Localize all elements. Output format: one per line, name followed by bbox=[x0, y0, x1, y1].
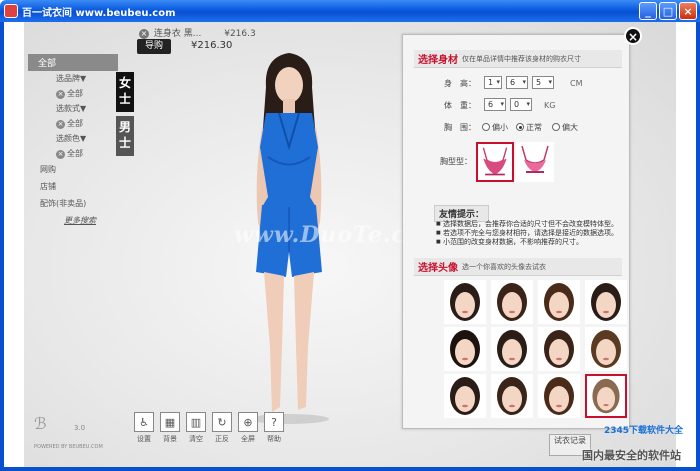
body-section-header: 选择身材 仅在单品详情中推荐该身材的购衣尺寸 bbox=[414, 50, 622, 68]
clear-icon: × bbox=[56, 120, 65, 129]
radio-checked-icon bbox=[516, 123, 524, 131]
category-accessories[interactable]: 配饰(非卖品) bbox=[28, 195, 118, 212]
right-margin bbox=[676, 22, 696, 467]
tool-background[interactable]: ▦ 背景 bbox=[160, 412, 180, 444]
filter-menu: 全部 选品牌▼ × 全部 选款式▼ × 全部 选颜色▼ × 全部 网购 店铺 配饰(非… bbox=[28, 52, 118, 229]
logo-mark-icon: ℬ bbox=[34, 414, 47, 433]
head-section-header: 选择头像 选一个你喜欢的头像去试衣 bbox=[414, 258, 622, 276]
close-window-button[interactable]: × bbox=[679, 2, 697, 20]
tool-label: 背景 bbox=[163, 435, 177, 443]
fullscreen-icon: ⊕ bbox=[238, 412, 258, 432]
background-icon: ▦ bbox=[160, 412, 180, 432]
tool-label: 设置 bbox=[137, 435, 151, 443]
app-icon bbox=[4, 4, 18, 18]
radio-icon bbox=[552, 123, 560, 131]
body-section-title: 选择身材 bbox=[418, 55, 458, 66]
chest-option-normal[interactable]: 正常 bbox=[516, 122, 542, 133]
chest-option-small[interactable]: 偏小 bbox=[482, 122, 508, 133]
logo-powered: POWERED BY BEUBEU.COM bbox=[34, 444, 103, 450]
remove-item-icon[interactable]: × bbox=[139, 29, 149, 39]
chest-option-large[interactable]: 偏大 bbox=[552, 122, 578, 133]
more-search-link[interactable]: 更多搜索 bbox=[28, 212, 118, 229]
tool-label: 正反 bbox=[215, 435, 229, 443]
brand-all[interactable]: × 全部 bbox=[28, 86, 118, 101]
gender-male-tab[interactable]: 男士 bbox=[116, 116, 134, 156]
logo-version: 3.0 bbox=[74, 424, 86, 432]
tool-fullscreen[interactable]: ⊕ 全屏 bbox=[238, 412, 258, 444]
height-select-1[interactable]: 1 bbox=[484, 76, 502, 89]
head-section-title: 选择头像 bbox=[418, 263, 458, 274]
weight-unit: KG bbox=[544, 101, 556, 110]
body-section-desc: 仅在单品详情中推荐该身材的购衣尺寸 bbox=[462, 54, 581, 63]
clear-icon: × bbox=[56, 90, 65, 99]
brand-site: 2345下载软件大全 bbox=[604, 426, 684, 436]
brand-slogan: 国内最安全的软件站 bbox=[582, 449, 681, 462]
type-filter[interactable]: 选款式▼ bbox=[28, 101, 118, 116]
app-logo: ℬ 3.0 POWERED BY BEUBEU.COM bbox=[34, 414, 124, 454]
weight-select-1[interactable]: 6 bbox=[484, 98, 506, 111]
head-option[interactable] bbox=[444, 280, 486, 324]
brand-filter[interactable]: 选品牌▼ bbox=[28, 71, 118, 86]
height-unit: CM bbox=[570, 79, 583, 88]
rotate-icon: ↻ bbox=[212, 412, 232, 432]
tip-item: 小范围的改变身材数据，不影响推荐的尺寸。 bbox=[436, 238, 626, 247]
type-all[interactable]: × 全部 bbox=[28, 116, 118, 131]
tool-rotate[interactable]: ↻ 正反 bbox=[212, 412, 232, 444]
category-store[interactable]: 店铺 bbox=[28, 178, 118, 195]
weight-select-2[interactable]: 0 bbox=[510, 98, 532, 111]
color-filter[interactable]: 选颜色▼ bbox=[28, 131, 118, 146]
chest-label: 胸 围： bbox=[444, 123, 476, 132]
head-option[interactable] bbox=[491, 280, 533, 324]
head-section-desc: 选一个你喜欢的头像去试衣 bbox=[462, 262, 546, 271]
settings-icon: ♿ bbox=[134, 412, 154, 432]
head-option[interactable] bbox=[538, 327, 580, 371]
window-title: 百一试衣间 www.beubeu.com bbox=[22, 7, 176, 19]
head-option[interactable] bbox=[538, 374, 580, 418]
head-option[interactable] bbox=[585, 374, 627, 418]
maximize-button[interactable]: □ bbox=[659, 2, 677, 20]
tool-help[interactable]: ? 帮助 bbox=[264, 412, 284, 444]
tool-settings[interactable]: ♿ 设置 bbox=[134, 412, 154, 444]
cart-item-price: ¥216.3 bbox=[224, 29, 256, 39]
panel-close-button[interactable]: × bbox=[624, 27, 642, 45]
head-option[interactable] bbox=[585, 327, 627, 371]
cart-item: × 连身衣 黑... ¥216.3 bbox=[139, 26, 256, 39]
help-icon: ? bbox=[264, 412, 284, 432]
tip-item: 选择数据后，会推荐你合适的尺寸但不会改变模特体型。 bbox=[436, 220, 626, 229]
color-all[interactable]: × 全部 bbox=[28, 146, 118, 161]
clear-icon: × bbox=[56, 150, 65, 159]
head-option[interactable] bbox=[444, 327, 486, 371]
window-frame: × 连身衣 黑... ¥216.3 导购 ¥216.30 全部 选品牌▼ × 全部… bbox=[0, 22, 700, 471]
tool-label: 全屏 bbox=[241, 435, 255, 443]
tips-list: 选择数据后，会推荐你合适的尺寸但不会改变模特体型。 若选项不完全与您身材相符，请… bbox=[436, 220, 626, 247]
gender-female-tab[interactable]: 女士 bbox=[116, 72, 134, 112]
app-client: × 连身衣 黑... ¥216.3 导购 ¥216.30 全部 选品牌▼ × 全部… bbox=[4, 22, 696, 467]
site-brand-watermark: 2345下载软件大全 国内最安全的软件站 bbox=[564, 419, 694, 467]
head-option[interactable] bbox=[491, 327, 533, 371]
menu-all[interactable]: 全部 bbox=[28, 54, 118, 71]
head-option[interactable] bbox=[444, 374, 486, 418]
bra-label: 胸型型： bbox=[440, 157, 472, 166]
window-titlebar: 百一试衣间 www.beubeu.com _ □ × bbox=[0, 0, 700, 22]
tool-clear[interactable]: ▥ 清空 bbox=[186, 412, 206, 444]
minimize-button[interactable]: _ bbox=[639, 2, 657, 20]
head-option[interactable] bbox=[491, 374, 533, 418]
clear-icon: ▥ bbox=[186, 412, 206, 432]
head-option[interactable] bbox=[585, 280, 627, 324]
cart-item-name: 连身衣 黑... bbox=[153, 29, 202, 39]
weight-label: 体 重： bbox=[444, 101, 476, 110]
height-label: 身 高： bbox=[444, 79, 476, 88]
height-select-3[interactable]: 5 bbox=[532, 76, 554, 89]
radio-icon bbox=[482, 123, 490, 131]
tool-label: 清空 bbox=[189, 435, 203, 443]
height-select-2[interactable]: 6 bbox=[506, 76, 528, 89]
guide-buy-button[interactable]: 导购 bbox=[137, 39, 171, 54]
tool-label: 帮助 bbox=[267, 435, 281, 443]
head-option[interactable] bbox=[538, 280, 580, 324]
category-online[interactable]: 网购 bbox=[28, 161, 118, 178]
bra-type-2[interactable] bbox=[516, 142, 554, 182]
tip-item: 若选项不完全与您身材相符，请选择是接近的数据选项。 bbox=[436, 229, 626, 238]
bottom-toolbar: ♿ 设置 ▦ 背景 ▥ 清空 ↻ 正反 ⊕ 全屏 ? 帮助 bbox=[134, 412, 284, 444]
bra-type-1[interactable] bbox=[476, 142, 514, 182]
